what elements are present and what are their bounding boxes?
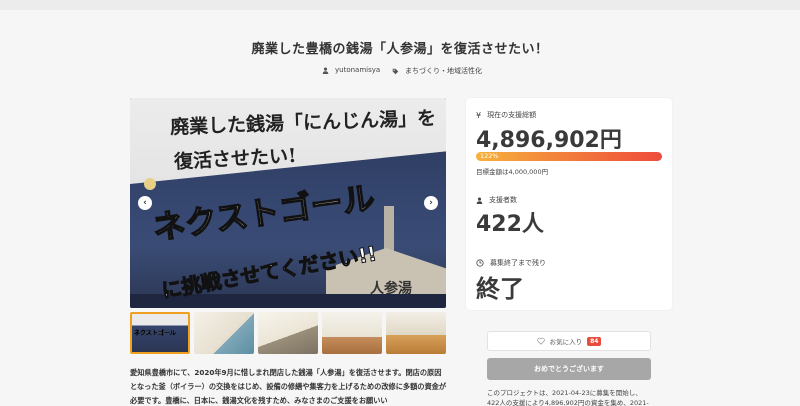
owner-name: yutonamisya <box>335 66 381 74</box>
hero-image[interactable]: 廃業した銭湯「にんじん湯」を 復活させたい! 人参湯 ネクストゴール に挑戦させ… <box>130 98 446 308</box>
supporters-count: 422人 <box>476 212 544 237</box>
carousel-next-button[interactable]: › <box>424 196 438 210</box>
thumbnail-1[interactable]: ネクストゴール <box>130 312 190 354</box>
clock-icon <box>476 259 484 267</box>
remaining-value: 終了 <box>476 275 524 303</box>
tag-icon <box>392 68 399 74</box>
hero-text-line2: 復活させたい! <box>173 144 297 174</box>
thumbnail-strip: ネクストゴール <box>130 312 446 354</box>
thumbnail-2[interactable] <box>194 312 254 354</box>
project-status-notice: このプロジェクトは、2021-04-23に募集を開始し、422人の支援により4,… <box>487 389 649 406</box>
favorite-button[interactable]: お気に入り 84 <box>487 331 651 351</box>
favorite-count-badge: 84 <box>587 336 602 346</box>
favorite-label: お気に入り <box>549 338 583 346</box>
current-funding-amount: 4,896,902円 <box>476 128 622 153</box>
project-owner[interactable]: yutonamisya <box>322 66 380 74</box>
thumbnail-3[interactable] <box>258 312 318 354</box>
funding-goal: 目標金額は4,000,000円 <box>476 168 549 176</box>
top-strip <box>0 0 800 10</box>
user-icon <box>322 67 329 74</box>
funding-card: ¥ 現在の支援総額 4,896,902円 122% 目標金額は4,000,000… <box>466 98 672 310</box>
funding-progress-percent: 122% <box>480 152 499 160</box>
project-category[interactable]: まちづくり・地域活性化 <box>392 66 482 76</box>
carousel-prev-button[interactable]: ‹ <box>138 196 152 210</box>
support-button[interactable]: おめでとうございます <box>487 358 651 380</box>
funding-progress-bar: 122% <box>476 152 662 161</box>
hero-text-line3: ネクストゴール <box>150 178 378 248</box>
remaining-label: 募集終了まで残り <box>476 258 546 268</box>
thumbnail-label: ネクストゴール <box>134 330 176 337</box>
thumbnail-4[interactable] <box>322 312 382 354</box>
user-icon <box>476 197 483 204</box>
moon-icon <box>144 178 156 190</box>
yen-icon: ¥ <box>476 110 482 120</box>
supporters-label: 支援者数 <box>476 195 517 205</box>
heart-icon <box>536 337 545 345</box>
page-title: 廃業した豊橋の銭湯「人参湯」を復活させたい！ <box>251 42 549 57</box>
thumbnail-5[interactable] <box>386 312 446 354</box>
current-funding-label: ¥ 現在の支援総額 <box>476 110 537 120</box>
category-name: まちづくり・地域活性化 <box>405 67 482 75</box>
project-description: 愛知県豊橋市にて、2020年9月に惜しまれ閉店した銭湯「人参湯」を復活させます。… <box>130 368 447 405</box>
